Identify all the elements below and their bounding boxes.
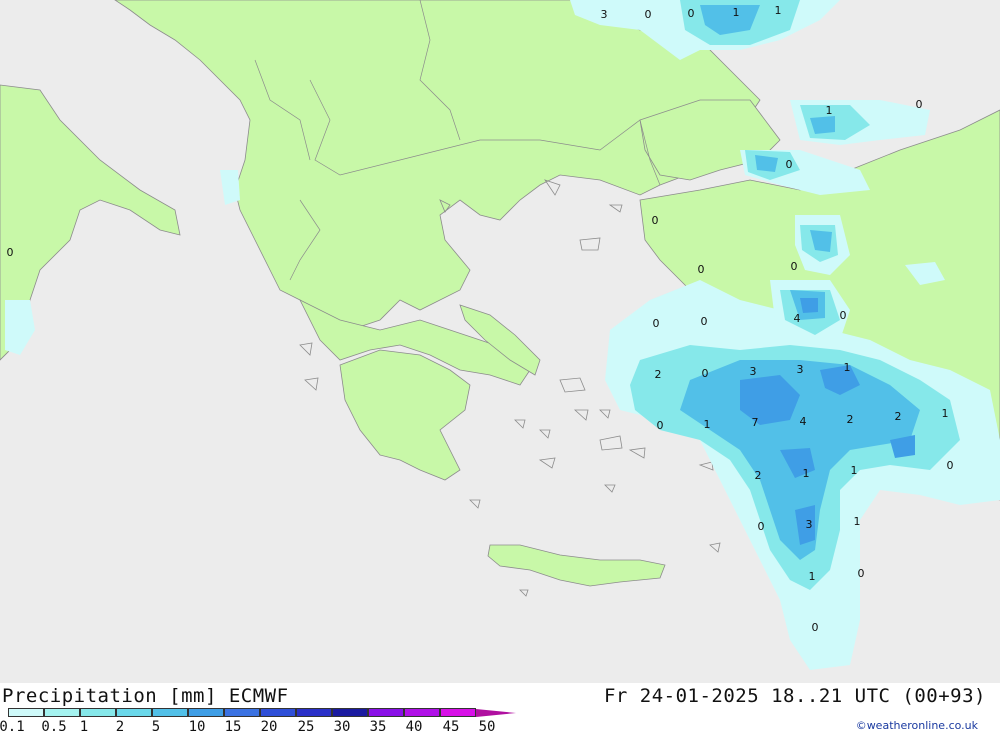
value-label: 1 [803,467,810,480]
value-label: 0 [758,520,765,533]
value-label: 0 [688,7,695,20]
value-label: 0 [786,158,793,171]
legend-swatch [332,708,368,717]
legend-swatch [188,708,224,717]
legend-swatch [80,708,116,717]
value-label: 3 [806,518,813,531]
legend-arrow [476,709,516,717]
precipitation-map: 3 0 0 1 1 1 0 0 0 0 0 0 0 4 0 2 0 3 3 1 … [0,0,1000,683]
value-label: 0 [7,246,14,259]
legend-swatch [260,708,296,717]
value-label: 0 [652,214,659,227]
value-label: 7 [752,416,759,429]
value-label: 0 [657,419,664,432]
value-label: 0 [791,260,798,273]
value-label: 0 [858,567,865,580]
legend-swatch [404,708,440,717]
map-footer: Precipitation [mm] ECMWF Fr 24-01-2025 1… [0,683,1000,735]
valid-time: Fr 24-01-2025 18..21 UTC (00+93) [603,685,986,707]
legend-swatch [152,708,188,717]
value-label: 3 [601,8,608,21]
legend-swatch [296,708,332,717]
value-label: 1 [851,464,858,477]
value-label: 4 [794,312,801,325]
value-label: 2 [895,410,902,423]
value-label: 1 [942,407,949,420]
credit-link[interactable]: ©weatheronline.co.uk [856,719,978,732]
value-label: 0 [947,459,954,472]
value-label: 1 [826,104,833,117]
value-label: 0 [812,621,819,634]
legend-swatch [368,708,404,717]
value-label: 1 [704,418,711,431]
legend-swatch [8,708,44,717]
legend-swatch [440,708,476,717]
value-label: 2 [755,469,762,482]
legend-swatch [224,708,260,717]
value-label: 3 [797,363,804,376]
value-label: 0 [701,315,708,328]
value-label: 0 [698,263,705,276]
legend-swatch [116,708,152,717]
value-label: 0 [916,98,923,111]
value-label: 1 [844,361,851,374]
value-label: 1 [809,570,816,583]
value-label: 0 [653,317,660,330]
value-label: 3 [750,365,757,378]
value-label: 1 [775,4,782,17]
value-label: 0 [702,367,709,380]
value-label: 0 [645,8,652,21]
value-label: 2 [655,368,662,381]
value-label: 4 [800,415,807,428]
value-label: 1 [854,515,861,528]
map-title: Precipitation [mm] ECMWF [2,685,289,707]
legend-swatch [44,708,80,717]
value-label: 1 [733,6,740,19]
value-label: 0 [840,309,847,322]
value-label: 2 [847,413,854,426]
